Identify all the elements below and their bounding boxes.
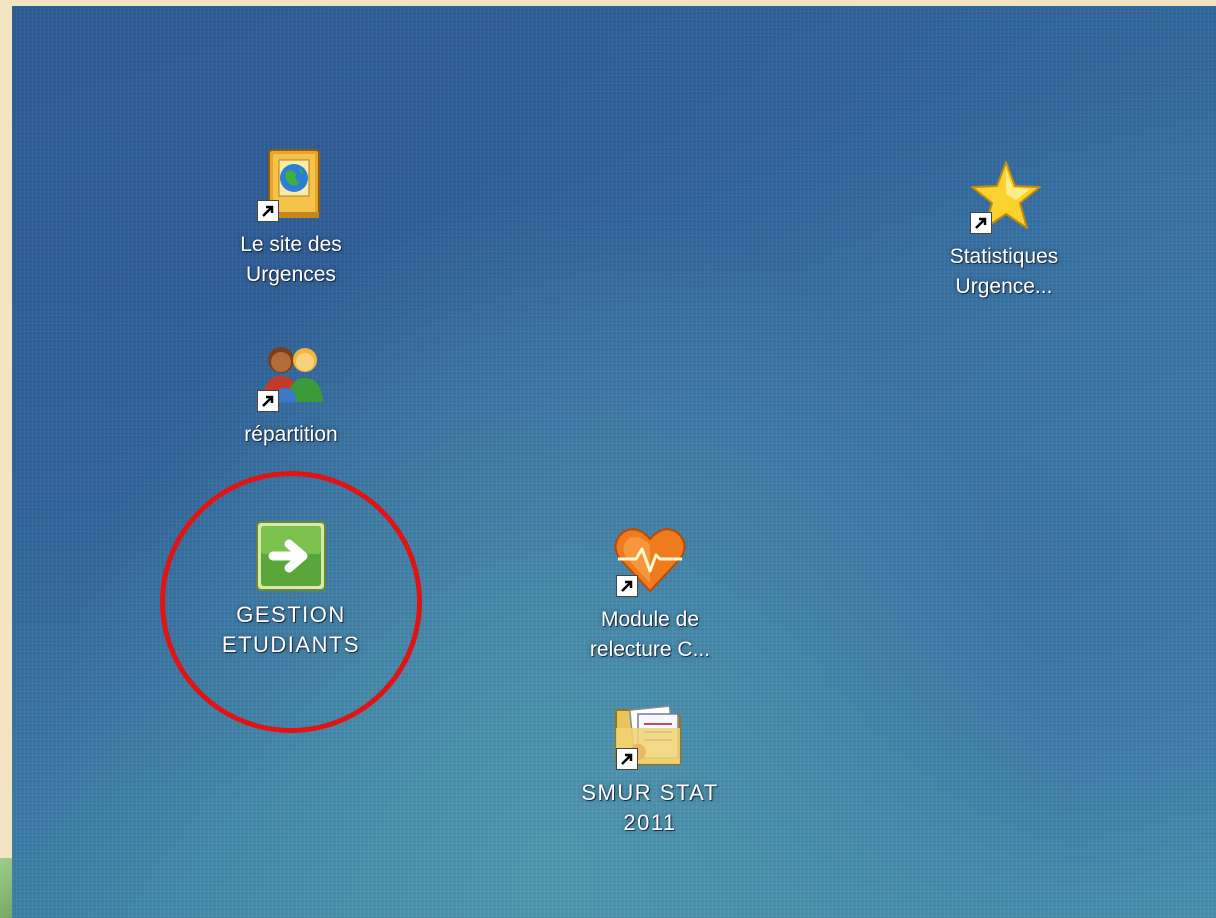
desktop-icon-smur-stat[interactable]: SMUR STAT 2011 [575, 694, 725, 838]
heart-pulse-icon [610, 521, 690, 601]
shortcut-arrow-icon [616, 748, 638, 770]
shortcut-arrow-icon [257, 200, 279, 222]
shortcut-arrow-icon [616, 575, 638, 597]
icon-label: Module de relecture C... [589, 608, 711, 661]
shortcut-arrow-icon [970, 212, 992, 234]
desktop-icon-module-relecture[interactable]: Module de relecture C... [575, 521, 725, 665]
globe-book-icon [251, 146, 331, 226]
icon-label: SMUR STAT 2011 [581, 780, 719, 835]
icon-label: Statistiques Urgence... [949, 245, 1059, 298]
desktop-icon-repartition[interactable]: répartition [216, 336, 366, 450]
folder-documents-icon [610, 694, 690, 774]
users-icon [251, 336, 331, 416]
icon-label: répartition [244, 423, 338, 446]
star-icon [964, 158, 1044, 238]
desktop-icon-statistiques-urgence[interactable]: Statistiques Urgence... [929, 158, 1079, 302]
icon-label: GESTION ETUDIANTS [221, 602, 361, 657]
desktop-icon-gestion-etudiants[interactable]: GESTION ETUDIANTS [216, 516, 366, 660]
desktop[interactable]: Le site des Urgences répartition GESTION… [12, 6, 1216, 918]
icon-label: Le site des Urgences [240, 233, 342, 286]
green-arrow-icon [251, 516, 331, 596]
photo-frame: Le site des Urgences répartition GESTION… [0, 0, 1216, 918]
shortcut-arrow-icon [257, 390, 279, 412]
desktop-icon-site-urgences[interactable]: Le site des Urgences [216, 146, 366, 290]
